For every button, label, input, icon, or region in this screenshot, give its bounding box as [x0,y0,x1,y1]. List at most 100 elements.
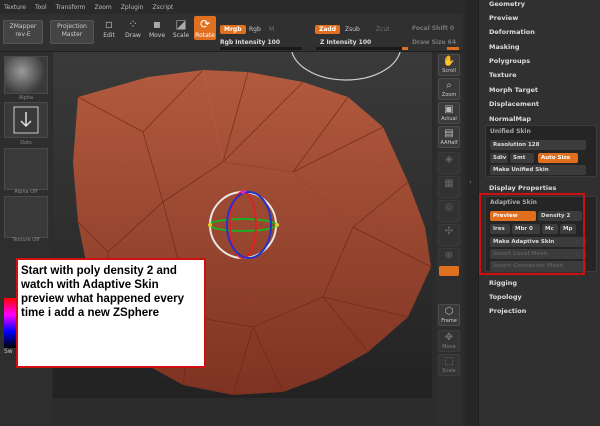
draw-size-slider[interactable]: Draw Size 64 [412,39,456,46]
unified-skin-panel: Unified Skin Resolution 128 Sdiv Smt Aut… [485,125,597,177]
bottom-bar [53,398,432,426]
edit-icon: ▫ [104,17,114,31]
draw-size-thumb[interactable] [447,47,459,50]
zmapper-button[interactable]: ZMapper rev-E [3,20,43,44]
unified-skin-title[interactable]: Unified Skin [490,128,531,135]
palette-deformation[interactable]: Deformation [489,28,535,36]
m-button[interactable]: M [269,26,274,34]
zmapper-label: ZMapper [9,23,37,30]
color-picker-strip[interactable] [4,298,16,348]
actual-label: Actual [441,116,457,122]
toolbar: ZMapper rev-E Projection Master ▫ Edit ⁘… [0,14,462,52]
right-shelf: ✋ Scroll ⌕ Zoom ▣ Actual ▤ AAHalf ◈ ▦ ◎ ✣ ⊕ … [436,52,462,426]
rotate-button[interactable]: ⟳ Rotate [194,16,216,40]
menu-zplugin[interactable]: Zplugin [121,4,144,11]
material-label: Alpha [18,95,34,101]
down-arrow-icon [13,106,39,134]
local-button[interactable]: ◎ [438,200,460,222]
focal-shift-slider[interactable]: Focal Shift 0 [412,25,454,32]
palette-preview[interactable]: Preview [489,14,518,22]
axis-icon: ⊕ [444,250,454,261]
draw-icon: ⁘ [127,17,139,31]
zadd-button[interactable]: Zadd [315,25,340,34]
projection-sublabel: Master [61,31,83,38]
frame-icon: ⬡ [444,306,454,317]
menu-zscript[interactable]: Zscript [152,4,173,11]
palette-normalmap[interactable]: NormalMap [489,115,531,123]
edit-button[interactable]: ▫ Edit [98,16,120,40]
alpha-tile[interactable] [4,148,48,190]
local-icon: ◎ [444,202,454,213]
palette-texture[interactable]: Texture [489,71,517,79]
actual-button[interactable]: ▣ Actual [438,102,460,124]
stroke-preview[interactable] [4,102,48,138]
zoom-button[interactable]: ⌕ Zoom [438,78,460,100]
stroke-label: Dots [20,140,32,146]
annotation-text: Start with poly density 2 and watch with… [21,265,184,319]
move-view-label: Move [442,344,456,350]
z-intensity-slider[interactable]: Z Intensity 100 [320,39,371,46]
xyz-icon: ✣ [444,226,454,237]
scale-button[interactable]: ◪ Scale [170,16,192,40]
rgb-intensity-track [220,47,302,50]
draw-button[interactable]: ⁘ Draw [122,16,144,40]
projection-master-button[interactable]: Projection Master [50,20,94,44]
frame-button[interactable]: ⬡ Frame [438,304,460,326]
aahalf-button[interactable]: ▤ AAHalf [438,126,460,148]
zoom-label: Zoom [441,92,457,98]
palette-displacement[interactable]: Displacement [489,100,539,108]
z-intensity-thumb[interactable] [402,47,408,50]
rgb-intensity-slider[interactable]: Rgb Intensity 100 [220,39,280,46]
auto-size-button[interactable]: Auto Size [538,153,578,163]
edit-label: Edit [103,32,115,39]
floor-icon: ▦ [444,178,454,189]
move-view-icon: ✥ [444,332,454,343]
xyz-button[interactable]: ✣ [438,224,460,246]
scale-icon: ◪ [175,17,187,31]
persp-icon: ◈ [445,154,453,165]
palette-rigging[interactable]: Rigging [489,279,517,287]
scroll-button[interactable]: ✋ Scroll [438,54,460,76]
rotate-icon: ⟳ [199,17,211,31]
palette-topology[interactable]: Topology [489,293,522,301]
palette-geometry[interactable]: Geometry [489,0,525,8]
sdiv-slider[interactable]: Sdiv [490,153,508,163]
zmapper-sublabel: rev-E [15,31,31,38]
move-view-button[interactable]: ✥ Move [438,330,460,352]
aahalf-label: AAHalf [440,140,458,146]
move-button[interactable]: ▪ Move [146,16,168,40]
magnifier-icon: ⌕ [446,80,452,91]
palette-scrollbar[interactable]: ‹ [466,0,478,426]
palette-polygroups[interactable]: Polygroups [489,57,530,65]
annotation-note: Start with poly density 2 and watch with… [16,258,206,368]
menu-tool[interactable]: Tool [35,4,47,11]
scale-label: Scale [172,32,190,39]
make-unified-skin-button[interactable]: Make Unified Skin [490,165,586,175]
material-preview[interactable] [4,56,48,94]
menu-texture[interactable]: Texture [4,4,26,11]
collapse-arrow-icon[interactable]: ‹ [469,178,474,188]
smt-button[interactable]: Smt [510,153,534,163]
zcut-button[interactable]: Zcut [376,26,390,34]
draw-cursor-ring [291,52,401,81]
mrgb-button[interactable]: Mrgb [220,25,246,34]
menu-zoom[interactable]: Zoom [94,4,111,11]
active-orange-toggle[interactable] [439,266,459,276]
palette-morph-target[interactable]: Morph Target [489,86,538,94]
menu-transform[interactable]: Transform [56,4,86,11]
floor-button[interactable]: ▦ [438,176,460,198]
rotate-label: Rotate [195,32,215,39]
resolution-slider[interactable]: Resolution 128 [490,140,586,150]
texture-tile[interactable] [4,196,48,238]
persp-button[interactable]: ◈ [438,152,460,174]
z-intensity-track [316,47,408,50]
palette-masking[interactable]: Masking [489,43,520,51]
scale-view-button[interactable]: ⬚ Scale [438,354,460,376]
rgb-button[interactable]: Rgb [249,26,261,34]
scale-view-label: Scale [442,368,456,374]
palette-display-properties[interactable]: Display Properties [489,184,556,192]
zsub-button[interactable]: Zsub [345,26,360,34]
draw-label: Draw [125,32,141,39]
adaptive-skin-highlight-box [479,193,585,275]
palette-projection[interactable]: Projection [489,307,526,315]
